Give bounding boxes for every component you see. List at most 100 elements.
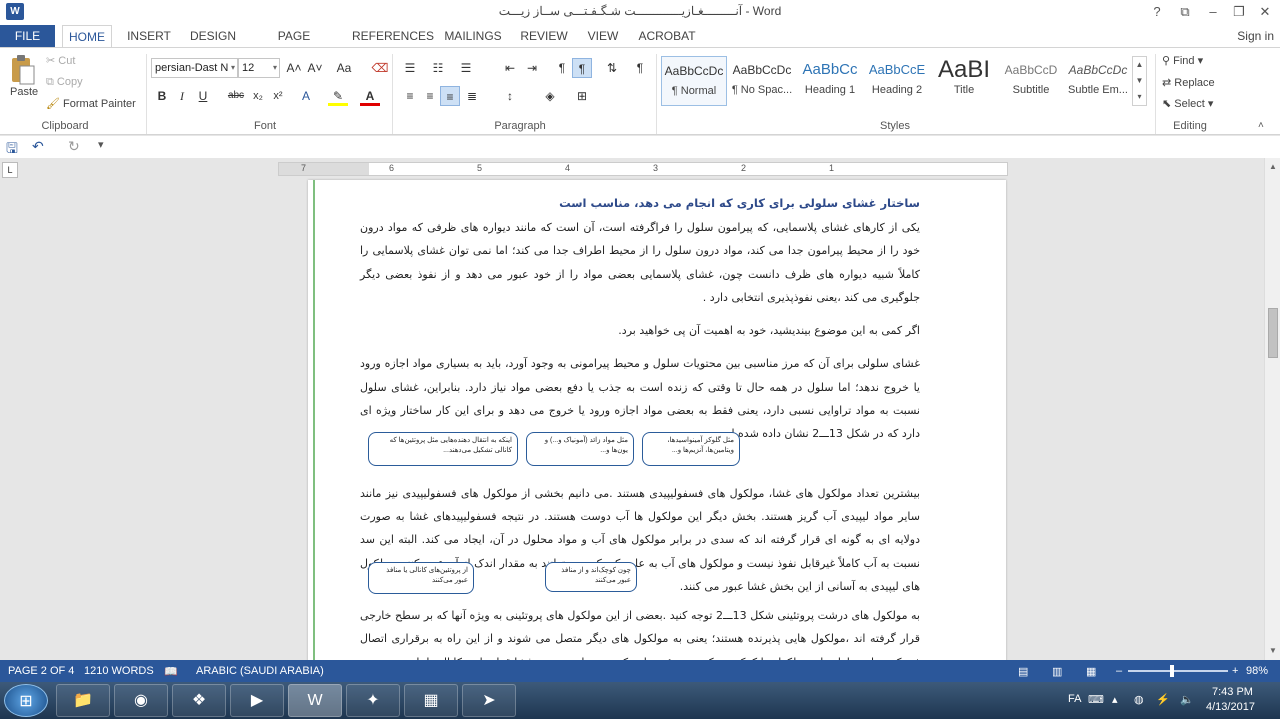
style-subtitle[interactable]: AaBbCcD Subtitle: [998, 56, 1064, 106]
undo-icon[interactable]: ↶: [32, 138, 44, 155]
show-hidden-icons[interactable]: ▴: [1112, 693, 1118, 706]
comment-callout[interactable]: چون کوچک‌اند و از منافذ عبور می‌کنند: [545, 562, 637, 592]
style-normal[interactable]: AaBbCcDc ¶ Normal: [661, 56, 727, 106]
help-button[interactable]: ?: [1143, 0, 1171, 25]
tab-file[interactable]: FILE: [0, 25, 55, 47]
tab-view[interactable]: VIEW: [584, 25, 622, 47]
decrease-indent-icon[interactable]: ⇤: [500, 58, 520, 78]
tab-design[interactable]: DESIGN: [188, 25, 238, 47]
tab-home[interactable]: HOME: [62, 25, 112, 47]
restore-button[interactable]: ❐: [1225, 0, 1253, 25]
style-subtle-emphasis[interactable]: AaBbCcDc Subtle Em...: [1065, 56, 1131, 106]
comment-callout[interactable]: مثل گلوکز آمینواسیدها، ویتامین‌ها، آنزیم…: [642, 432, 740, 466]
highlight-icon[interactable]: ✎: [328, 86, 348, 106]
tab-selector[interactable]: L: [2, 162, 18, 178]
scroll-down-icon[interactable]: ▼: [1267, 646, 1279, 658]
align-left-icon[interactable]: ≡: [400, 86, 420, 106]
replace-button[interactable]: ⇄ Replace: [1162, 76, 1215, 89]
style-heading-1[interactable]: AaBbCc Heading 1: [797, 56, 863, 106]
cut-button[interactable]: ✂ Cut: [46, 54, 75, 67]
text-effects-icon[interactable]: A: [296, 86, 316, 106]
volume-icon[interactable]: 🔈: [1180, 693, 1194, 706]
borders-icon[interactable]: ⊞: [572, 86, 592, 106]
language-indicator[interactable]: ARABIC (SAUDI ARABIA): [196, 665, 324, 677]
shading-icon[interactable]: ◈: [540, 86, 560, 106]
tab-page-layout[interactable]: PAGE LAYOUT: [254, 25, 334, 65]
align-center-icon[interactable]: ≡: [420, 86, 440, 106]
sign-in-link[interactable]: Sign in: [1237, 25, 1274, 47]
sort-icon[interactable]: ⇅: [602, 58, 622, 78]
taskbar-chrome-icon[interactable]: ◉: [114, 684, 168, 717]
copy-button[interactable]: ⧉ Copy: [46, 76, 83, 89]
underline-button[interactable]: U: [193, 86, 213, 106]
zoom-out-button[interactable]: –: [1116, 665, 1122, 677]
word-count[interactable]: 1210 WORDS: [84, 665, 154, 677]
superscript-button[interactable]: x²: [268, 86, 288, 106]
styles-gallery-scroll[interactable]: ▲ ▼ ▾: [1132, 56, 1147, 106]
style-heading-2[interactable]: AaBbCcE Heading 2: [864, 56, 930, 106]
subscript-button[interactable]: x₂: [248, 86, 268, 106]
bullets-icon[interactable]: ☰: [400, 58, 420, 78]
select-button[interactable]: ⬉ Select ▾: [1162, 97, 1213, 110]
zoom-slider[interactable]: [1128, 670, 1228, 672]
show-formatting-marks-icon[interactable]: ¶: [630, 58, 650, 78]
scroll-up-icon[interactable]: ▲: [1267, 162, 1279, 174]
keyboard-icon[interactable]: ⌨: [1088, 693, 1104, 706]
font-size-combo[interactable]: 12 ▾: [238, 58, 280, 78]
zoom-slider-thumb[interactable]: [1170, 665, 1174, 677]
taskbar-word-icon[interactable]: W: [288, 684, 342, 717]
find-button[interactable]: ⚲ Find ▾: [1162, 54, 1203, 67]
paste-button[interactable]: [8, 54, 38, 88]
clear-formatting-icon[interactable]: ⌫: [370, 58, 390, 78]
start-button[interactable]: ⊞: [4, 684, 48, 717]
style-no-spacing[interactable]: AaBbCcDc ¶ No Spac...: [729, 56, 795, 106]
taskbar-media-player-icon[interactable]: ▶: [230, 684, 284, 717]
page-count[interactable]: PAGE 2 OF 4: [8, 665, 74, 677]
input-language[interactable]: FA: [1068, 693, 1081, 705]
taskbar-explorer-icon[interactable]: 📁: [56, 684, 110, 717]
tab-mailings[interactable]: MAILINGS: [444, 25, 502, 47]
zoom-level[interactable]: 98%: [1246, 665, 1268, 677]
font-color-icon[interactable]: A: [360, 86, 380, 106]
paste-label[interactable]: Paste: [10, 86, 38, 98]
justify-icon[interactable]: ≣: [462, 86, 482, 106]
ribbon-display-options-button[interactable]: ⧉: [1171, 0, 1199, 25]
grow-font-button[interactable]: A˄: [284, 58, 304, 78]
clock-time[interactable]: 7:43 PM: [1212, 686, 1253, 698]
style-title[interactable]: AaBI Title: [931, 56, 997, 106]
zoom-in-button[interactable]: +: [1232, 665, 1238, 677]
shrink-font-button[interactable]: A˅: [305, 58, 325, 78]
print-layout-icon[interactable]: ▥: [1052, 665, 1062, 678]
taskbar-winrar-icon[interactable]: ▦: [404, 684, 458, 717]
proofing-icon[interactable]: 📖: [164, 665, 178, 678]
comment-callout[interactable]: اینکه به انتقال دهنده‌هایی مثل پروتئین‌ه…: [368, 432, 518, 466]
customize-qat-icon[interactable]: ▾: [98, 138, 104, 151]
taskbar-photos-icon[interactable]: ❖: [172, 684, 226, 717]
tab-insert[interactable]: INSERT: [124, 25, 174, 47]
rtl-direction-icon[interactable]: ¶: [572, 58, 592, 78]
horizontal-ruler[interactable]: 7 6 5 4 3 2 1: [278, 162, 1008, 176]
increase-indent-icon[interactable]: ⇥: [522, 58, 542, 78]
format-painter-button[interactable]: 🖌 Format Painter: [46, 97, 136, 110]
font-name-combo[interactable]: persian-Dast N ▾: [151, 58, 238, 78]
strikethrough-button[interactable]: abc: [224, 86, 248, 106]
redo-icon[interactable]: ↻: [68, 138, 80, 155]
numbering-icon[interactable]: ☷: [428, 58, 448, 78]
multilevel-list-icon[interactable]: ☰: [456, 58, 476, 78]
web-layout-icon[interactable]: ▦: [1086, 665, 1096, 678]
network-icon[interactable]: ◍: [1134, 693, 1144, 706]
tab-review[interactable]: REVIEW: [520, 25, 568, 47]
collapse-ribbon-icon[interactable]: ˄: [1258, 120, 1264, 131]
comment-callout[interactable]: از پروتئین‌های کانالی یا منافذ عبور می‌ک…: [368, 562, 474, 594]
align-right-icon[interactable]: ≡: [440, 86, 460, 106]
power-icon[interactable]: ⚡: [1156, 693, 1170, 706]
line-spacing-icon[interactable]: ↕: [500, 86, 520, 106]
comment-callout[interactable]: مثل مواد زائد (آمونیاک و...) و یون‌ها و.…: [526, 432, 634, 466]
ltr-direction-icon[interactable]: ¶: [552, 58, 572, 78]
taskbar-telegram-icon[interactable]: ➤: [462, 684, 516, 717]
change-case-button[interactable]: Aa: [331, 58, 357, 78]
scrollbar-thumb[interactable]: [1268, 308, 1278, 358]
bold-button[interactable]: B: [152, 86, 172, 106]
read-mode-icon[interactable]: ▤: [1018, 665, 1028, 678]
vertical-scrollbar[interactable]: ▲ ▼: [1264, 158, 1280, 660]
